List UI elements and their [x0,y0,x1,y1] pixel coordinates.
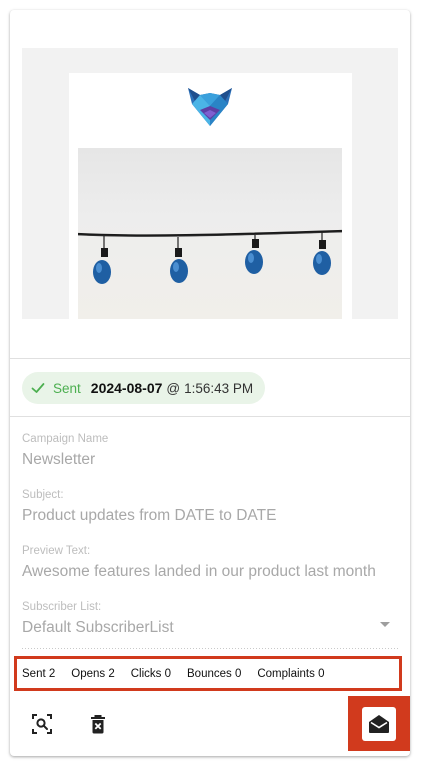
image-search-icon[interactable] [30,712,54,736]
hero-image [78,148,342,319]
stat-complaints: Complaints 0 [257,667,325,680]
stat-sent: Sent 2 [22,667,56,680]
at-symbol: @ [166,380,181,396]
sent-date: 2024-08-07 [90,380,163,396]
preview-text-value: Awesome features landed in our product l… [22,563,376,580]
check-icon [31,383,45,393]
drafts-envelope-icon [369,714,389,733]
delete-icon[interactable] [86,712,110,736]
campaign-stats: Sent 2 Opens 2 Clicks 0 Bounces 0 Compla… [14,656,402,691]
stat-opens: Opens 2 [71,667,115,680]
stat-clicks: Clicks 0 [130,667,171,680]
chevron-down-icon [380,622,390,627]
divider [10,416,410,417]
light-bulbs-image [78,229,342,284]
send-button[interactable] [362,706,396,741]
divider [10,358,410,359]
select-underline [22,648,398,649]
preview-text-field: Preview Text: Awesome features landed in… [22,544,398,582]
email-preview-body [69,73,352,319]
campaign-name-value: Newsletter [22,451,96,468]
campaign-card: Sent 2024-08-07 @ 1:56:43 PM Campaign Na… [10,10,410,756]
status-badge: Sent 2024-08-07 @ 1:56:43 PM [22,372,266,404]
subscriber-list-select: Subscriber List: Default SubscriberList [22,600,398,638]
campaign-name-label: Campaign Name [22,433,109,445]
campaign-name-field: Campaign Name Newsletter [22,432,398,470]
status-label: Sent [53,380,81,396]
subscriber-list-label: Subscriber List: [22,601,102,613]
preview-text-label: Preview Text: [22,545,91,557]
subject-value: Product updates from DATE to DATE [22,507,277,524]
send-highlight [348,696,410,751]
sent-time: 1:56:43 PM [184,380,254,396]
email-preview[interactable] [22,48,398,319]
subject-field: Subject: Product updates from DATE to DA… [22,488,398,526]
stat-bounces: Bounces 0 [187,667,242,680]
subscriber-list-value: Default SubscriberList [22,619,174,636]
fox-logo-icon [188,88,232,126]
subject-label: Subject: [22,489,64,501]
